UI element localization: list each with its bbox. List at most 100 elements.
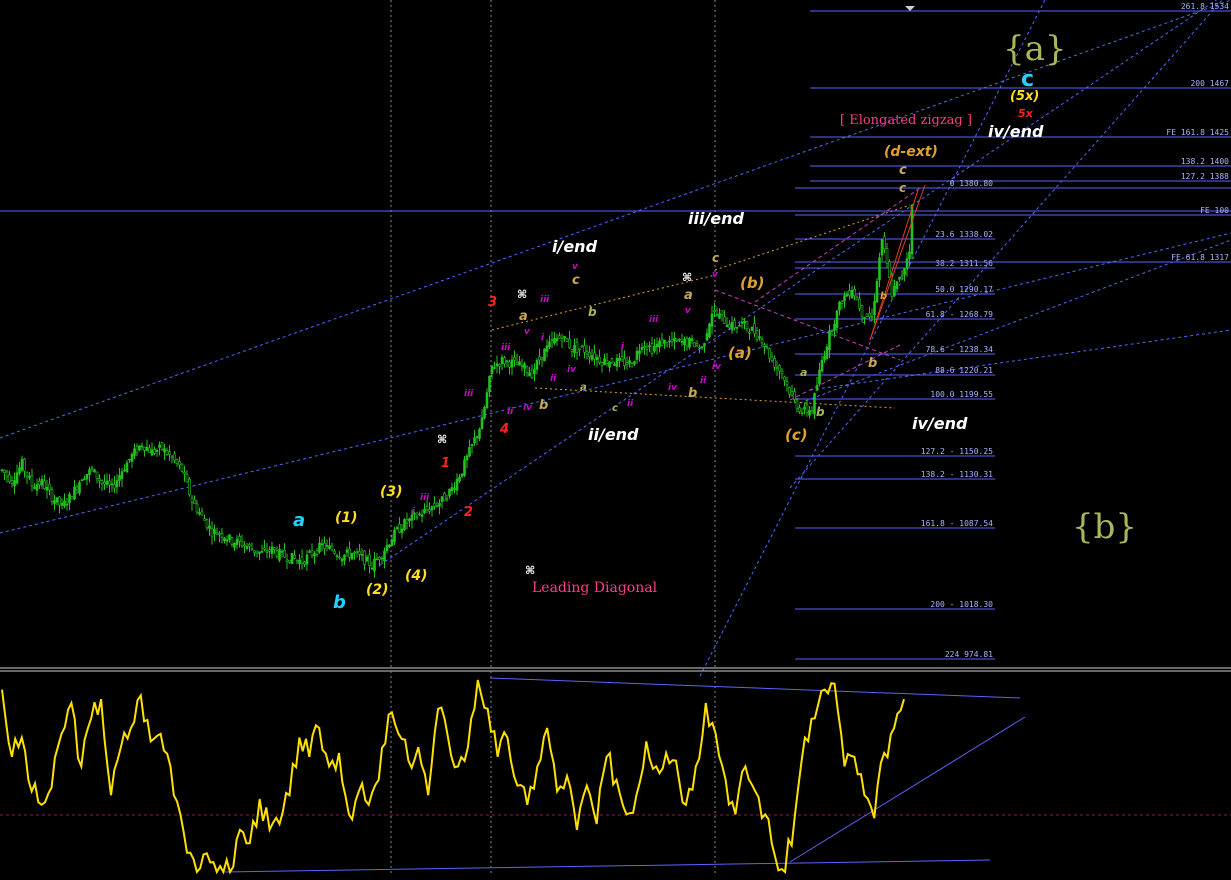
candle-body <box>365 556 369 562</box>
candle-body <box>270 546 274 554</box>
candle-body <box>348 548 351 558</box>
candle-body <box>48 483 51 491</box>
candle-body <box>245 546 249 549</box>
candle-body <box>440 496 444 502</box>
candle-body <box>158 444 161 448</box>
candle-body <box>98 478 101 481</box>
candle-body <box>223 537 226 542</box>
candle-body <box>130 453 134 462</box>
candle-body <box>258 551 261 554</box>
candle-body <box>628 360 631 364</box>
candle-body <box>660 338 664 346</box>
candle-body <box>565 338 569 342</box>
candle-body <box>313 553 316 557</box>
candle-body <box>555 338 559 342</box>
candle-body <box>93 469 96 473</box>
candle-body <box>178 460 181 466</box>
candle-body <box>338 556 341 559</box>
candle-body <box>760 339 764 344</box>
fib-level-label: 50.0 1290.17 <box>935 285 993 294</box>
fib-level-label: FE 161.8 1425 <box>1166 128 1229 137</box>
candle-body <box>150 449 154 456</box>
osc-trendline <box>489 677 1021 699</box>
candle-body <box>385 544 389 551</box>
candle-body <box>395 527 399 530</box>
candle-body <box>353 552 356 554</box>
candle-body <box>633 361 636 365</box>
candle-body <box>818 369 821 385</box>
candle-body <box>443 492 446 502</box>
candle-body <box>458 477 461 482</box>
wave-label-4: (4) <box>405 568 428 584</box>
scroll-marker-icon[interactable] <box>905 6 915 11</box>
candle-body <box>148 447 151 453</box>
candle-body <box>538 356 541 361</box>
candle-body <box>488 375 491 392</box>
candle-body <box>568 338 571 349</box>
candle-body <box>140 445 144 448</box>
candle-body <box>18 467 21 474</box>
candle-body <box>23 458 26 472</box>
candle-body <box>825 346 829 359</box>
leading-diagonal-text: Leading Diagonal <box>532 580 658 596</box>
candle-body <box>803 406 806 410</box>
candle-body <box>708 323 711 338</box>
candle-body <box>333 550 336 554</box>
candle-body <box>785 381 789 386</box>
candle-body <box>905 258 909 269</box>
candle-body <box>698 346 701 349</box>
candle-body <box>425 506 429 511</box>
fib-level-label: 100.0 1199.55 <box>930 390 993 399</box>
candle-body <box>553 338 556 344</box>
candle-body <box>738 324 741 327</box>
candle-body <box>563 336 566 339</box>
candle-body <box>50 489 54 503</box>
candle-body <box>478 428 481 439</box>
candle-body <box>763 344 766 347</box>
candle-body <box>248 544 251 547</box>
candle-body <box>355 551 359 553</box>
candle-body <box>123 469 126 472</box>
minor-label: v <box>572 262 579 272</box>
candle-body <box>0 469 4 472</box>
candle-body <box>243 544 246 547</box>
candle-body <box>730 321 734 331</box>
candle-body <box>775 367 779 369</box>
candle-body <box>635 350 639 360</box>
candle-body <box>323 543 326 550</box>
candle-body <box>450 487 454 491</box>
candle-body <box>600 362 604 366</box>
candle-body <box>273 547 276 551</box>
candle-body <box>420 514 424 517</box>
wave-label-i-end: i/end <box>552 237 598 256</box>
candle-body <box>483 407 486 419</box>
candle-body <box>408 518 411 522</box>
candle-body <box>753 323 756 335</box>
candle-body <box>173 453 176 461</box>
candle-body <box>493 367 496 369</box>
candle-body <box>463 459 466 476</box>
candle-body <box>678 338 681 341</box>
candle-body <box>770 356 774 361</box>
candle-body <box>848 290 851 296</box>
candle-body <box>490 365 494 375</box>
minor-label: iv <box>567 365 577 375</box>
candle-body <box>623 358 626 367</box>
candle-body <box>885 248 889 264</box>
candle-body <box>145 446 149 451</box>
candle-body <box>578 348 581 351</box>
candle-body <box>53 500 56 505</box>
candle-body <box>530 369 534 378</box>
candle-body <box>65 503 69 506</box>
candle-body <box>143 446 146 451</box>
candle-body <box>120 471 124 480</box>
candle-body <box>393 529 396 542</box>
candle-body <box>375 558 379 561</box>
candle-body <box>350 553 354 560</box>
candle-body <box>908 251 911 260</box>
candle-body <box>603 358 606 366</box>
candle-body <box>278 549 281 561</box>
candle-body <box>210 528 214 537</box>
minor-label: v <box>685 306 692 316</box>
candle-body <box>900 275 904 278</box>
